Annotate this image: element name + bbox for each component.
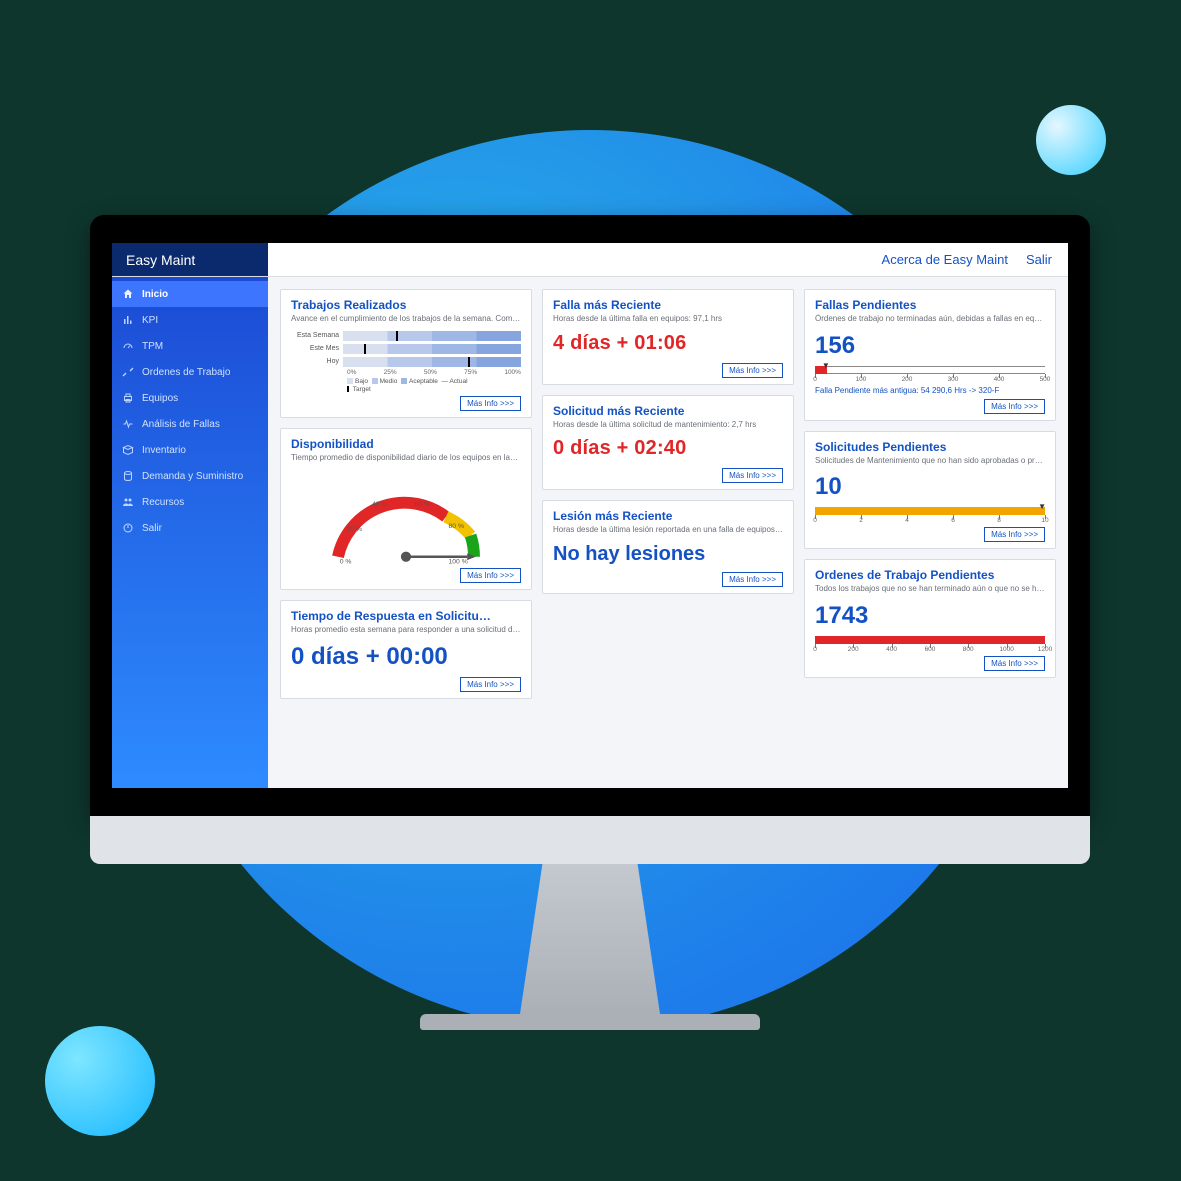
link-logout[interactable]: Salir xyxy=(1026,252,1052,267)
card-title: Disponibilidad xyxy=(291,437,521,451)
metric-value: 10 xyxy=(815,473,1045,501)
card-tiempo-respuesta: Tiempo de Respuesta en Solicitu… Horas p… xyxy=(280,600,532,699)
sidebar-item-label: Equipos xyxy=(142,393,178,404)
dashboard-content: Trabajos Realizados Avance en el cumplim… xyxy=(268,277,1068,788)
sidebar-item-analisis[interactable]: Análisis de Fallas xyxy=(112,411,268,437)
monitor-mockup: Easy Maint Acerca de Easy Maint Salir In… xyxy=(90,215,1090,1030)
card-subtitle: Avance en el cumplimiento de los trabajo… xyxy=(291,314,521,324)
db-icon xyxy=(122,470,134,482)
metric-value: 156 xyxy=(815,332,1045,360)
more-info-button[interactable]: Más Info >>> xyxy=(722,363,783,378)
card-subtitle: Horas desde la última solicitud de mante… xyxy=(553,420,783,430)
scale-chart: ▼ 0 2 4 6 8 10 xyxy=(815,505,1045,523)
card-subtitle: Horas promedio esta semana para responde… xyxy=(291,625,521,635)
svg-text:100 %: 100 % xyxy=(449,559,468,566)
sidebar-item-tpm[interactable]: TPM xyxy=(112,333,268,359)
svg-text:0 %: 0 % xyxy=(340,559,352,566)
svg-text:80 %: 80 % xyxy=(449,523,465,530)
sidebar-item-inventario[interactable]: Inventario xyxy=(112,437,268,463)
card-falla-reciente: Falla más Reciente Horas desde la última… xyxy=(542,289,794,385)
sidebar-item-label: KPI xyxy=(142,315,158,326)
scale-chart: ▼ 0 100 200 300 400 50 xyxy=(815,364,1045,382)
svg-text:60 %: 60 % xyxy=(415,501,431,508)
svg-text:20 %: 20 % xyxy=(347,526,363,533)
metric-value: No hay lesiones xyxy=(553,543,783,566)
sidebar: Inicio KPI TPM Ordenes de Trabajo xyxy=(112,277,268,788)
box-icon xyxy=(122,444,134,456)
more-info-button[interactable]: Más Info >>> xyxy=(722,468,783,483)
metric-value: 0 días + 00:00 xyxy=(291,643,521,671)
sidebar-item-label: Recursos xyxy=(142,497,184,508)
card-ordenes-pendientes: Ordenes de Trabajo Pendientes Todos los … xyxy=(804,559,1056,678)
card-title: Trabajos Realizados xyxy=(291,298,521,312)
card-subtitle: Tiempo promedio de disponibilidad diario… xyxy=(291,453,521,463)
sidebar-item-ordenes[interactable]: Ordenes de Trabajo xyxy=(112,359,268,385)
card-disponibilidad: Disponibilidad Tiempo promedio de dispon… xyxy=(280,428,532,590)
brand-label: Easy Maint xyxy=(126,252,195,268)
card-subtitle: Todos los trabajos que no se han termina… xyxy=(815,584,1045,594)
card-lesion-reciente: Lesión más Reciente Horas desde la últim… xyxy=(542,500,794,594)
sidebar-item-equipos[interactable]: Equipos xyxy=(112,385,268,411)
sidebar-item-salir[interactable]: Salir xyxy=(112,515,268,541)
card-title: Solicitudes Pendientes xyxy=(815,440,1045,454)
sidebar-item-label: Análisis de Fallas xyxy=(142,419,220,430)
metric-value: 4 días + 01:06 xyxy=(553,332,783,355)
topbar: Easy Maint Acerca de Easy Maint Salir xyxy=(112,243,1068,277)
sidebar-item-label: Ordenes de Trabajo xyxy=(142,367,230,378)
printer-icon xyxy=(122,392,134,404)
more-info-button[interactable]: Más Info >>> xyxy=(460,677,521,692)
sidebar-item-label: Demanda y Suministro xyxy=(142,471,243,482)
link-about[interactable]: Acerca de Easy Maint xyxy=(882,252,1008,267)
tools-icon xyxy=(122,366,134,378)
more-info-button[interactable]: Más Info >>> xyxy=(984,399,1045,414)
more-info-button[interactable]: Más Info >>> xyxy=(722,572,783,587)
trabajos-chart: Esta Semana Este Mes Hoy 0% 25% 50% 75% … xyxy=(291,330,521,395)
sidebar-item-label: Inventario xyxy=(142,445,186,456)
metric-value: 0 días + 02:40 xyxy=(553,437,783,460)
gauge-icon xyxy=(122,340,134,352)
metric-value: 1743 xyxy=(815,602,1045,630)
card-solicitud-reciente: Solicitud más Reciente Horas desde la úl… xyxy=(542,395,794,491)
more-info-button[interactable]: Más Info >>> xyxy=(460,396,521,411)
home-icon xyxy=(122,288,134,300)
card-title: Falla más Reciente xyxy=(553,298,783,312)
card-title: Ordenes de Trabajo Pendientes xyxy=(815,568,1045,582)
card-subtitle: Órdenes de trabajo no terminadas aún, de… xyxy=(815,314,1045,324)
more-info-button[interactable]: Más Info >>> xyxy=(984,527,1045,542)
chart-icon xyxy=(122,314,134,326)
card-title: Solicitud más Reciente xyxy=(553,404,783,418)
sidebar-item-kpi[interactable]: KPI xyxy=(112,307,268,333)
svg-text:40 %: 40 % xyxy=(372,501,388,508)
sidebar-item-demanda[interactable]: Demanda y Suministro xyxy=(112,463,268,489)
gauge-chart: 0 % 20 % 40 % 60 % 80 % 100 % xyxy=(321,471,491,566)
card-trabajos-realizados: Trabajos Realizados Avance en el cumplim… xyxy=(280,289,532,418)
sidebar-item-recursos[interactable]: Recursos xyxy=(112,489,268,515)
more-info-button[interactable]: Más Info >>> xyxy=(984,656,1045,671)
card-fallas-pendientes: Fallas Pendientes Órdenes de trabajo no … xyxy=(804,289,1056,421)
sidebar-item-label: Salir xyxy=(142,523,162,534)
app-screen: Easy Maint Acerca de Easy Maint Salir In… xyxy=(112,243,1068,788)
scale-chart: 0 200 400 600 800 1000 1200 xyxy=(815,634,1045,652)
people-icon xyxy=(122,496,134,508)
card-title: Lesión más Reciente xyxy=(553,509,783,523)
card-title: Tiempo de Respuesta en Solicitu… xyxy=(291,609,521,623)
card-subtitle: Horas desde la última lesión reportada e… xyxy=(553,525,783,535)
brand: Easy Maint xyxy=(112,243,268,276)
card-subtitle: Horas desde la última falla en equipos: … xyxy=(553,314,783,324)
pulse-icon xyxy=(122,418,134,430)
power-icon xyxy=(122,522,134,534)
sidebar-item-inicio[interactable]: Inicio xyxy=(112,281,268,307)
more-info-button[interactable]: Más Info >>> xyxy=(460,568,521,583)
card-title: Fallas Pendientes xyxy=(815,298,1045,312)
card-note: Falla Pendiente más antigua: 54 290,6 Hr… xyxy=(815,386,1045,395)
card-subtitle: Solicitudes de Mantenimiento que no han … xyxy=(815,456,1045,466)
sidebar-item-label: TPM xyxy=(142,341,163,352)
card-solicitudes-pendientes: Solicitudes Pendientes Solicitudes de Ma… xyxy=(804,431,1056,550)
sidebar-item-label: Inicio xyxy=(142,289,168,300)
